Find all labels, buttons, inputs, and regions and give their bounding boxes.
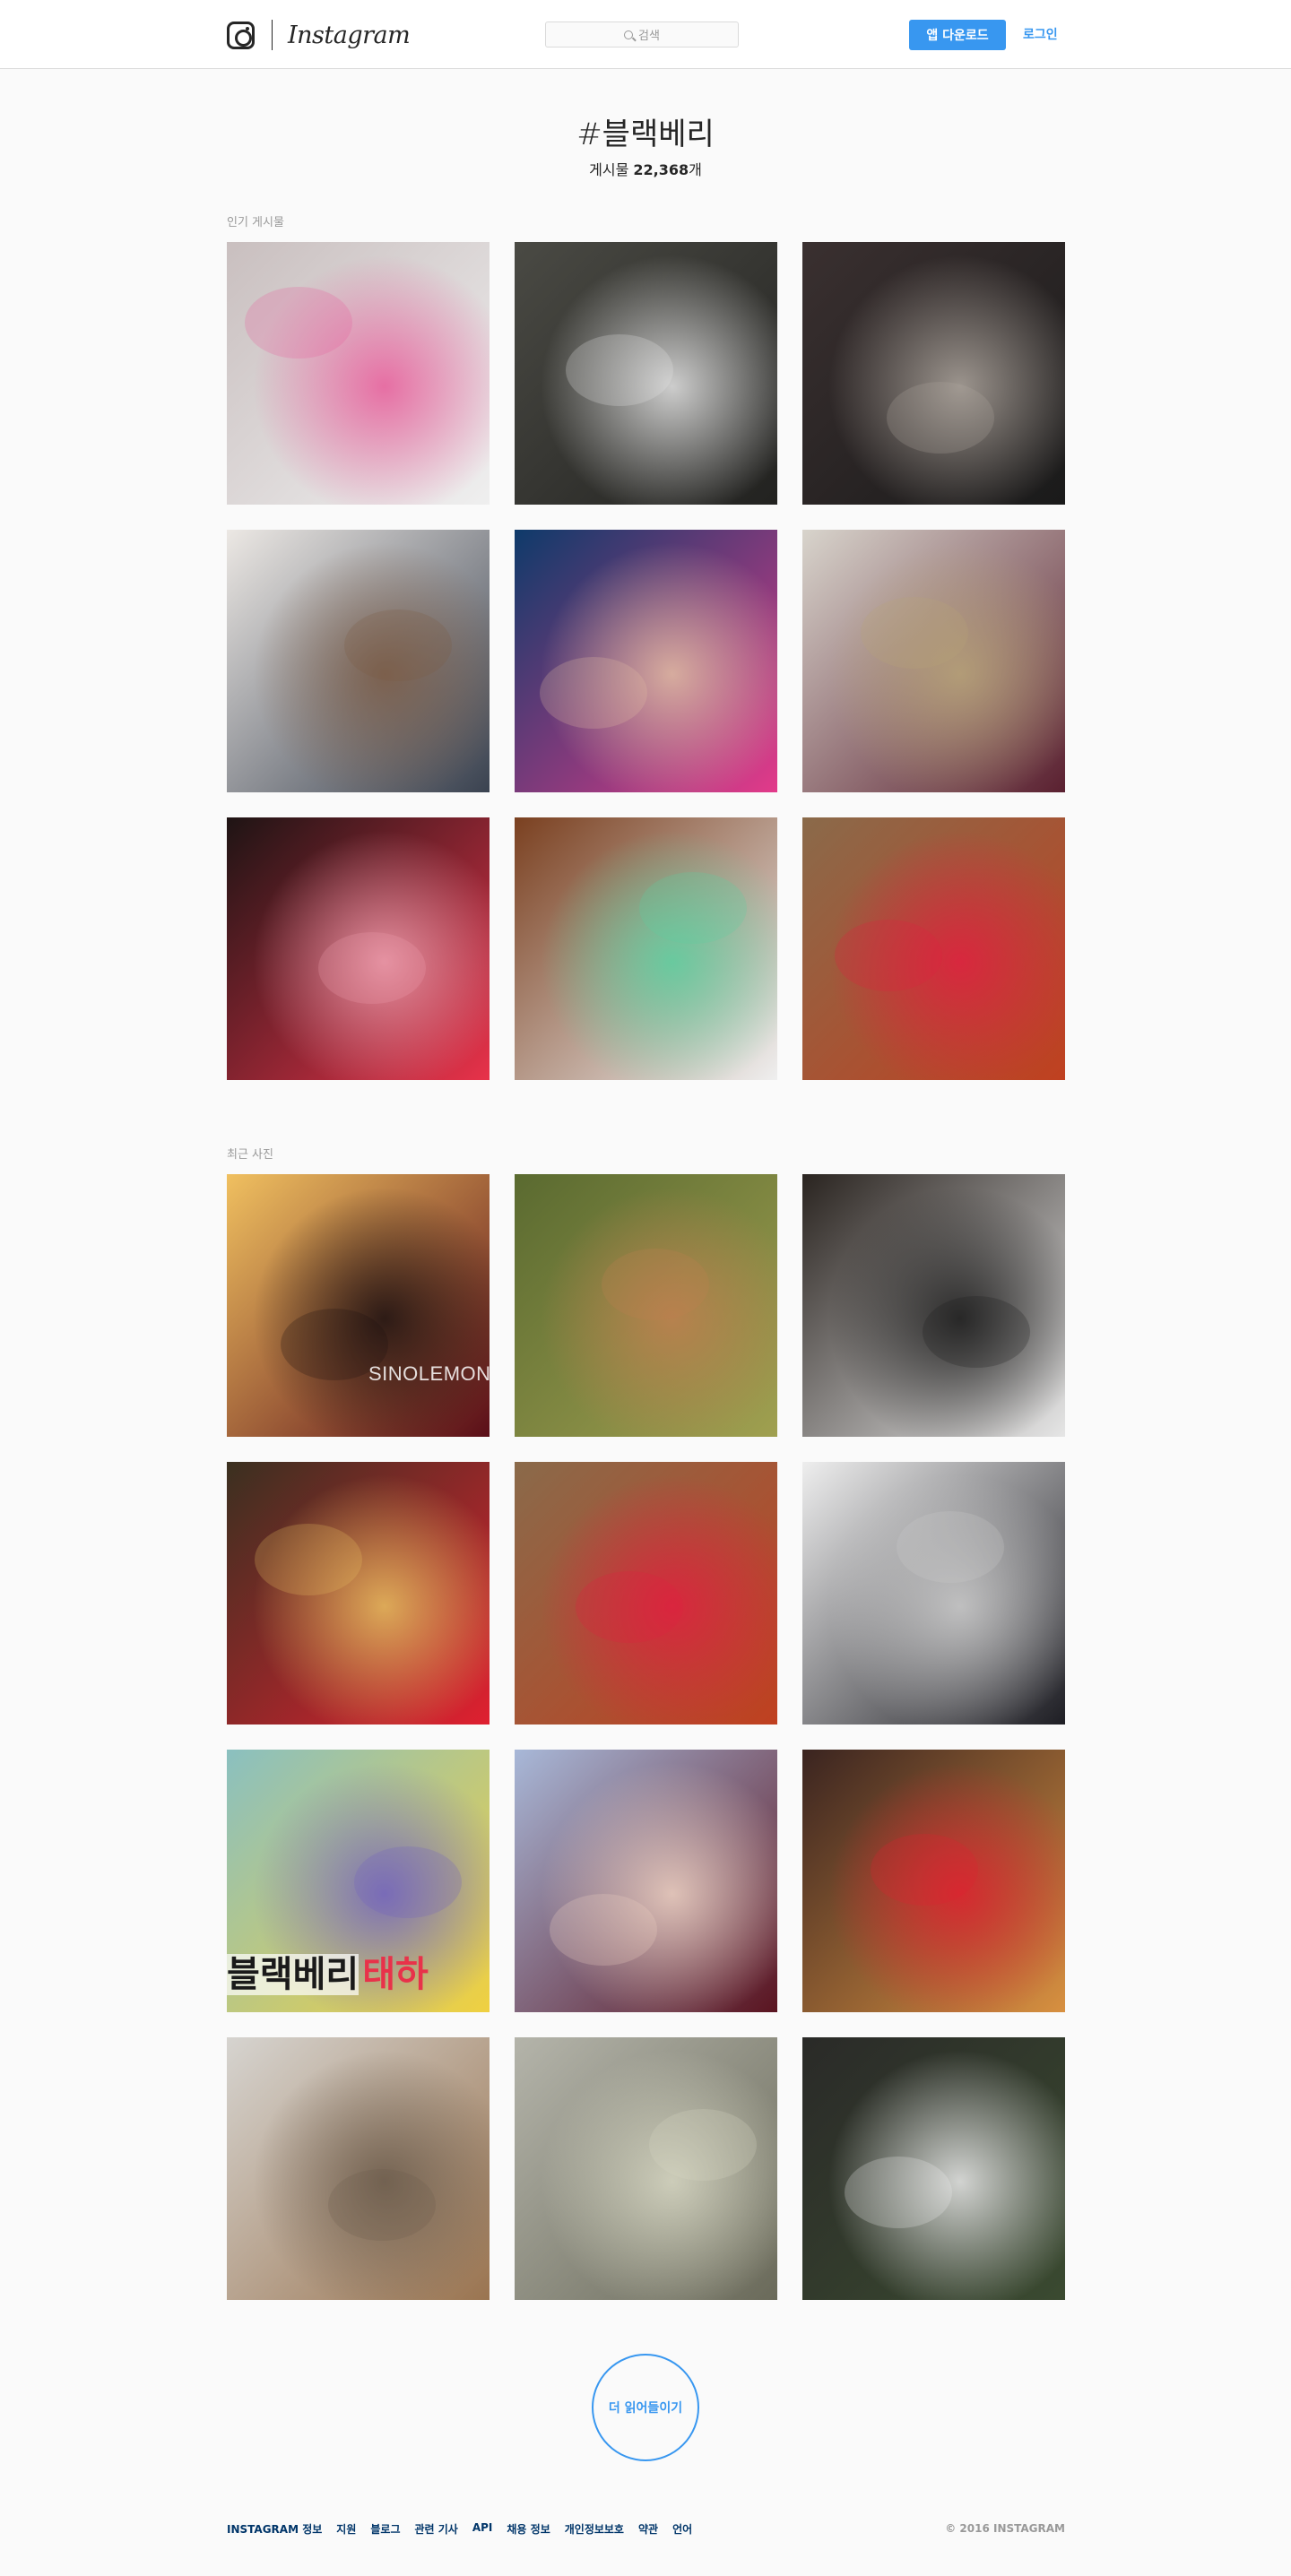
popular-post-thumbnail[interactable]	[515, 817, 777, 1080]
post-image	[227, 1462, 490, 1725]
popular-post-thumbnail[interactable]	[227, 242, 490, 505]
recent-post-thumbnail[interactable]	[802, 1462, 1065, 1725]
footer-link[interactable]: 블로그	[370, 2521, 400, 2537]
footer-link[interactable]: 언어	[672, 2521, 692, 2537]
logo-divider	[272, 20, 273, 50]
recent-post-thumbnail[interactable]	[227, 2037, 490, 2300]
footer-link[interactable]: 지원	[336, 2521, 356, 2537]
post-image	[802, 1750, 1065, 2012]
footer-link[interactable]: 관련 기사	[415, 2521, 458, 2537]
search-icon	[624, 30, 634, 39]
footer-link[interactable]: Instagram 정보	[227, 2521, 322, 2537]
recent-post-thumbnail[interactable]	[515, 1462, 777, 1725]
popular-post-thumbnail[interactable]	[515, 530, 777, 792]
post-count: 게시물 22,368개	[0, 158, 1291, 179]
post-image	[802, 1462, 1065, 1725]
recent-post-thumbnail[interactable]	[515, 1750, 777, 2012]
logo-link[interactable]: Instagram	[227, 20, 411, 50]
instagram-wordmark: Instagram	[288, 21, 411, 49]
popular-posts-label: 인기 게시물	[227, 216, 284, 229]
footer: Instagram 정보 지원 블로그 관련 기사 API 채용 정보 개인정보보호 약관 언어…	[227, 2520, 1065, 2537]
post-image	[515, 530, 777, 792]
popular-post-thumbnail[interactable]	[227, 530, 490, 792]
post-image	[227, 817, 490, 1080]
post-image	[802, 817, 1065, 1080]
copyright: © 2016 Instagram	[945, 2522, 1065, 2535]
post-image	[515, 1462, 777, 1725]
post-image	[515, 242, 777, 505]
search-placeholder: 검색	[638, 30, 660, 43]
popular-post-thumbnail[interactable]	[515, 242, 777, 505]
post-count-value: 22,368	[633, 161, 689, 178]
post-image	[802, 530, 1065, 792]
recent-post-thumbnail[interactable]	[515, 2037, 777, 2300]
recent-posts-label: 최근 사진	[227, 1148, 273, 1162]
popular-post-thumbnail[interactable]	[802, 242, 1065, 505]
footer-links: Instagram 정보 지원 블로그 관련 기사 API 채용 정보 개인정보보호 약관 언어	[227, 2521, 692, 2537]
recent-post-thumbnail[interactable]	[802, 1750, 1065, 2012]
post-image	[515, 2037, 777, 2300]
post-image	[227, 242, 490, 505]
post-image	[802, 2037, 1065, 2300]
search-input[interactable]: 검색	[545, 22, 739, 48]
footer-link[interactable]: 약관	[638, 2521, 658, 2537]
post-image	[515, 817, 777, 1080]
top-navigation-bar: Instagram 검색 앱 다운로드 로그인	[0, 0, 1291, 69]
footer-link[interactable]: 채용 정보	[507, 2521, 550, 2537]
post-image	[802, 1174, 1065, 1437]
popular-post-thumbnail[interactable]	[227, 817, 490, 1080]
recent-post-thumbnail[interactable]	[515, 1174, 777, 1437]
app-download-button[interactable]: 앱 다운로드	[909, 20, 1006, 50]
recent-post-thumbnail[interactable]	[802, 1174, 1065, 1437]
caption-part-b: 태하	[362, 1954, 429, 1995]
footer-link[interactable]: 개인정보보호	[565, 2521, 624, 2537]
recent-post-thumbnail[interactable]: 블랙베리 태하	[227, 1750, 490, 2012]
post-image	[515, 1174, 777, 1437]
post-count-prefix: 게시물	[589, 161, 634, 178]
popular-post-thumbnail[interactable]	[802, 530, 1065, 792]
hashtag-title: #블랙베리	[576, 117, 715, 152]
instagram-camera-icon	[227, 21, 255, 49]
recent-post-thumbnail[interactable]	[802, 2037, 1065, 2300]
popular-post-thumbnail[interactable]	[802, 817, 1065, 1080]
post-image	[227, 2037, 490, 2300]
post-image	[802, 242, 1065, 505]
post-overlay-caption: 블랙베리 태하	[227, 1945, 429, 1997]
post-image	[515, 1750, 777, 2012]
post-count-suffix: 개	[689, 161, 702, 178]
post-overlay-text: SINOLEMON	[368, 1362, 490, 1385]
caption-part-a: 블랙베리	[227, 1954, 360, 1995]
load-more-button[interactable]: 더 읽어들이기	[592, 2354, 699, 2461]
recent-post-thumbnail[interactable]	[227, 1462, 490, 1725]
post-image	[227, 1174, 490, 1437]
recent-post-thumbnail[interactable]: SINOLEMON	[227, 1174, 490, 1437]
post-image	[227, 530, 490, 792]
footer-link[interactable]: API	[472, 2521, 493, 2537]
login-link[interactable]: 로그인	[1023, 20, 1058, 50]
